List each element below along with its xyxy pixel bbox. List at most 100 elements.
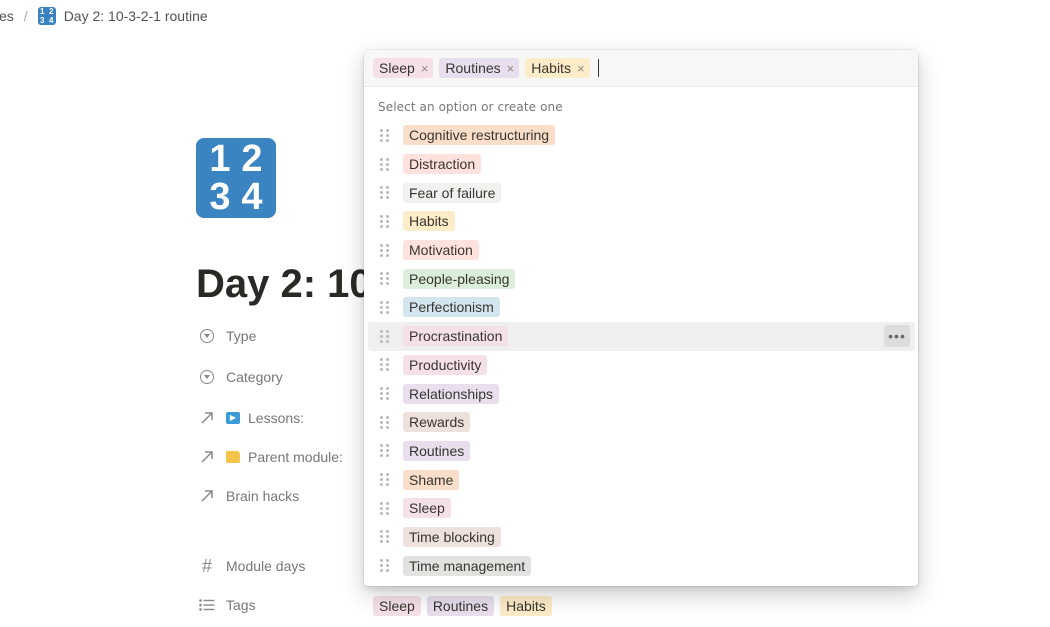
breadcrumb-current[interactable]: Day 2: 10-3-2-1 routine [64, 8, 208, 24]
option-item[interactable]: Perfectionism [368, 293, 915, 322]
icon-digit: 1 [209, 138, 231, 180]
folder-icon [226, 451, 240, 463]
property-tags[interactable]: Tags [198, 591, 256, 619]
text-cursor [597, 59, 599, 77]
relation-arrow-icon [198, 487, 216, 505]
option-tag: Procrastination [403, 326, 509, 347]
option-tag: Relationships [403, 383, 500, 404]
numbers-icon: 1 2 3 4 [37, 6, 56, 25]
option-tag: Productivity [403, 354, 488, 375]
icon-digit: 4 [241, 176, 263, 218]
icon-digit: 2 [48, 6, 54, 16]
option-item[interactable]: People-pleasing [368, 264, 915, 293]
options-list: Cognitive restructuring Distraction Fear o… [368, 121, 915, 580]
drag-handle-icon[interactable] [380, 157, 390, 171]
tag-chip: Habits [500, 596, 552, 616]
selected-tag-label: Sleep [379, 60, 415, 76]
select-icon [198, 368, 216, 386]
selected-tag: Sleep × [373, 58, 434, 78]
option-tag: Motivation [403, 240, 479, 261]
option-item[interactable]: Rewards [368, 408, 915, 437]
icon-digit: 3 [39, 15, 45, 25]
option-item[interactable]: Productivity [368, 351, 915, 380]
option-item[interactable]: Motivation [368, 236, 915, 265]
option-tag: Cognitive restructuring [403, 125, 556, 146]
option-tag: Fear of failure [403, 182, 502, 203]
drag-handle-icon[interactable] [380, 358, 390, 372]
breadcrumb-separator: / [23, 8, 28, 24]
property-label: Parent module: [248, 449, 343, 465]
property-label: Lessons: [248, 410, 305, 426]
option-tag: Habits [403, 211, 455, 232]
option-item[interactable]: Sleep [368, 494, 915, 523]
property-module-days[interactable]: # Module days [198, 552, 305, 580]
page-icon[interactable]: 1 2 3 4 [196, 138, 276, 218]
option-item[interactable]: Routines [368, 437, 915, 466]
remove-tag-icon[interactable]: × [577, 61, 585, 76]
option-item[interactable]: Cognitive restructuring [368, 121, 915, 150]
option-tag: Time management [403, 555, 532, 576]
selected-tag-label: Routines [445, 60, 501, 76]
more-options-button[interactable]: ••• [884, 324, 910, 347]
drag-handle-icon[interactable] [380, 214, 390, 228]
drag-handle-icon[interactable] [380, 559, 390, 573]
option-tag: Rewards [403, 412, 471, 433]
option-tag: Sleep [403, 498, 451, 519]
selected-tag: Routines × [439, 58, 520, 78]
selected-tag-label: Habits [531, 60, 571, 76]
property-label: Category [226, 369, 283, 385]
option-item[interactable]: Procrastination ••• [368, 321, 915, 351]
property-brain-hacks[interactable]: Brain hacks [198, 482, 299, 510]
drag-handle-icon[interactable] [380, 444, 390, 458]
option-item[interactable]: Fear of failure [368, 178, 915, 207]
drag-handle-icon[interactable] [380, 128, 390, 142]
select-icon [198, 327, 216, 345]
drag-handle-icon[interactable] [380, 186, 390, 200]
property-parent-module[interactable]: Parent module: [198, 443, 343, 471]
property-type[interactable]: Type [198, 322, 256, 350]
drag-handle-icon[interactable] [380, 272, 390, 286]
option-tag: Shame [403, 469, 460, 490]
option-item[interactable]: Habits [368, 207, 915, 236]
property-label: Module days [226, 558, 306, 574]
option-item[interactable]: Distraction [368, 150, 915, 179]
option-item[interactable]: Relationships [368, 379, 915, 408]
drag-handle-icon[interactable] [380, 387, 390, 401]
option-item[interactable]: Shame [368, 465, 915, 494]
drag-handle-icon[interactable] [380, 530, 390, 544]
play-button-icon: ▶ [226, 412, 240, 424]
option-tag: Routines [403, 440, 471, 461]
page-title[interactable]: Day 2: 10 [196, 262, 366, 307]
drag-handle-icon[interactable] [380, 415, 390, 429]
drag-handle-icon[interactable] [380, 473, 390, 487]
icon-digit: 2 [241, 138, 263, 180]
option-tag: Distraction [403, 154, 482, 175]
icon-digit: 1 [39, 6, 45, 16]
option-item[interactable]: Time management [368, 551, 915, 580]
list-icon [198, 596, 216, 614]
tag-chip: Sleep [373, 596, 421, 616]
remove-tag-icon[interactable]: × [421, 61, 429, 76]
property-lessons[interactable]: ▶ Lessons: [198, 404, 304, 432]
drag-handle-icon[interactable] [380, 501, 390, 515]
option-tag: People-pleasing [403, 268, 516, 289]
property-label: Type [226, 328, 257, 344]
drag-handle-icon[interactable] [380, 243, 390, 257]
popup-hint: Select an option or create one [378, 100, 563, 114]
breadcrumb: es / 1 2 3 4 Day 2: 10-3-2-1 routine [0, 6, 208, 26]
remove-tag-icon[interactable]: × [507, 61, 515, 76]
hash-icon: # [201, 555, 212, 576]
tag-chip: Routines [426, 596, 495, 616]
tags-value[interactable]: Sleep Routines Habits [373, 596, 552, 616]
icon-digit: 3 [209, 176, 231, 218]
drag-handle-icon[interactable] [380, 300, 390, 314]
tags-dropdown: Sleep × Routines × Habits × Select an op… [364, 50, 918, 586]
relation-arrow-icon [198, 409, 216, 427]
selected-tags-input[interactable]: Sleep × Routines × Habits × [364, 50, 918, 87]
option-tag: Time blocking [403, 526, 501, 547]
property-category[interactable]: Category [198, 363, 283, 391]
breadcrumb-parent[interactable]: es [0, 8, 14, 24]
drag-handle-icon[interactable] [380, 329, 390, 343]
property-label: Tags [226, 597, 256, 613]
option-item[interactable]: Time blocking [368, 523, 915, 552]
